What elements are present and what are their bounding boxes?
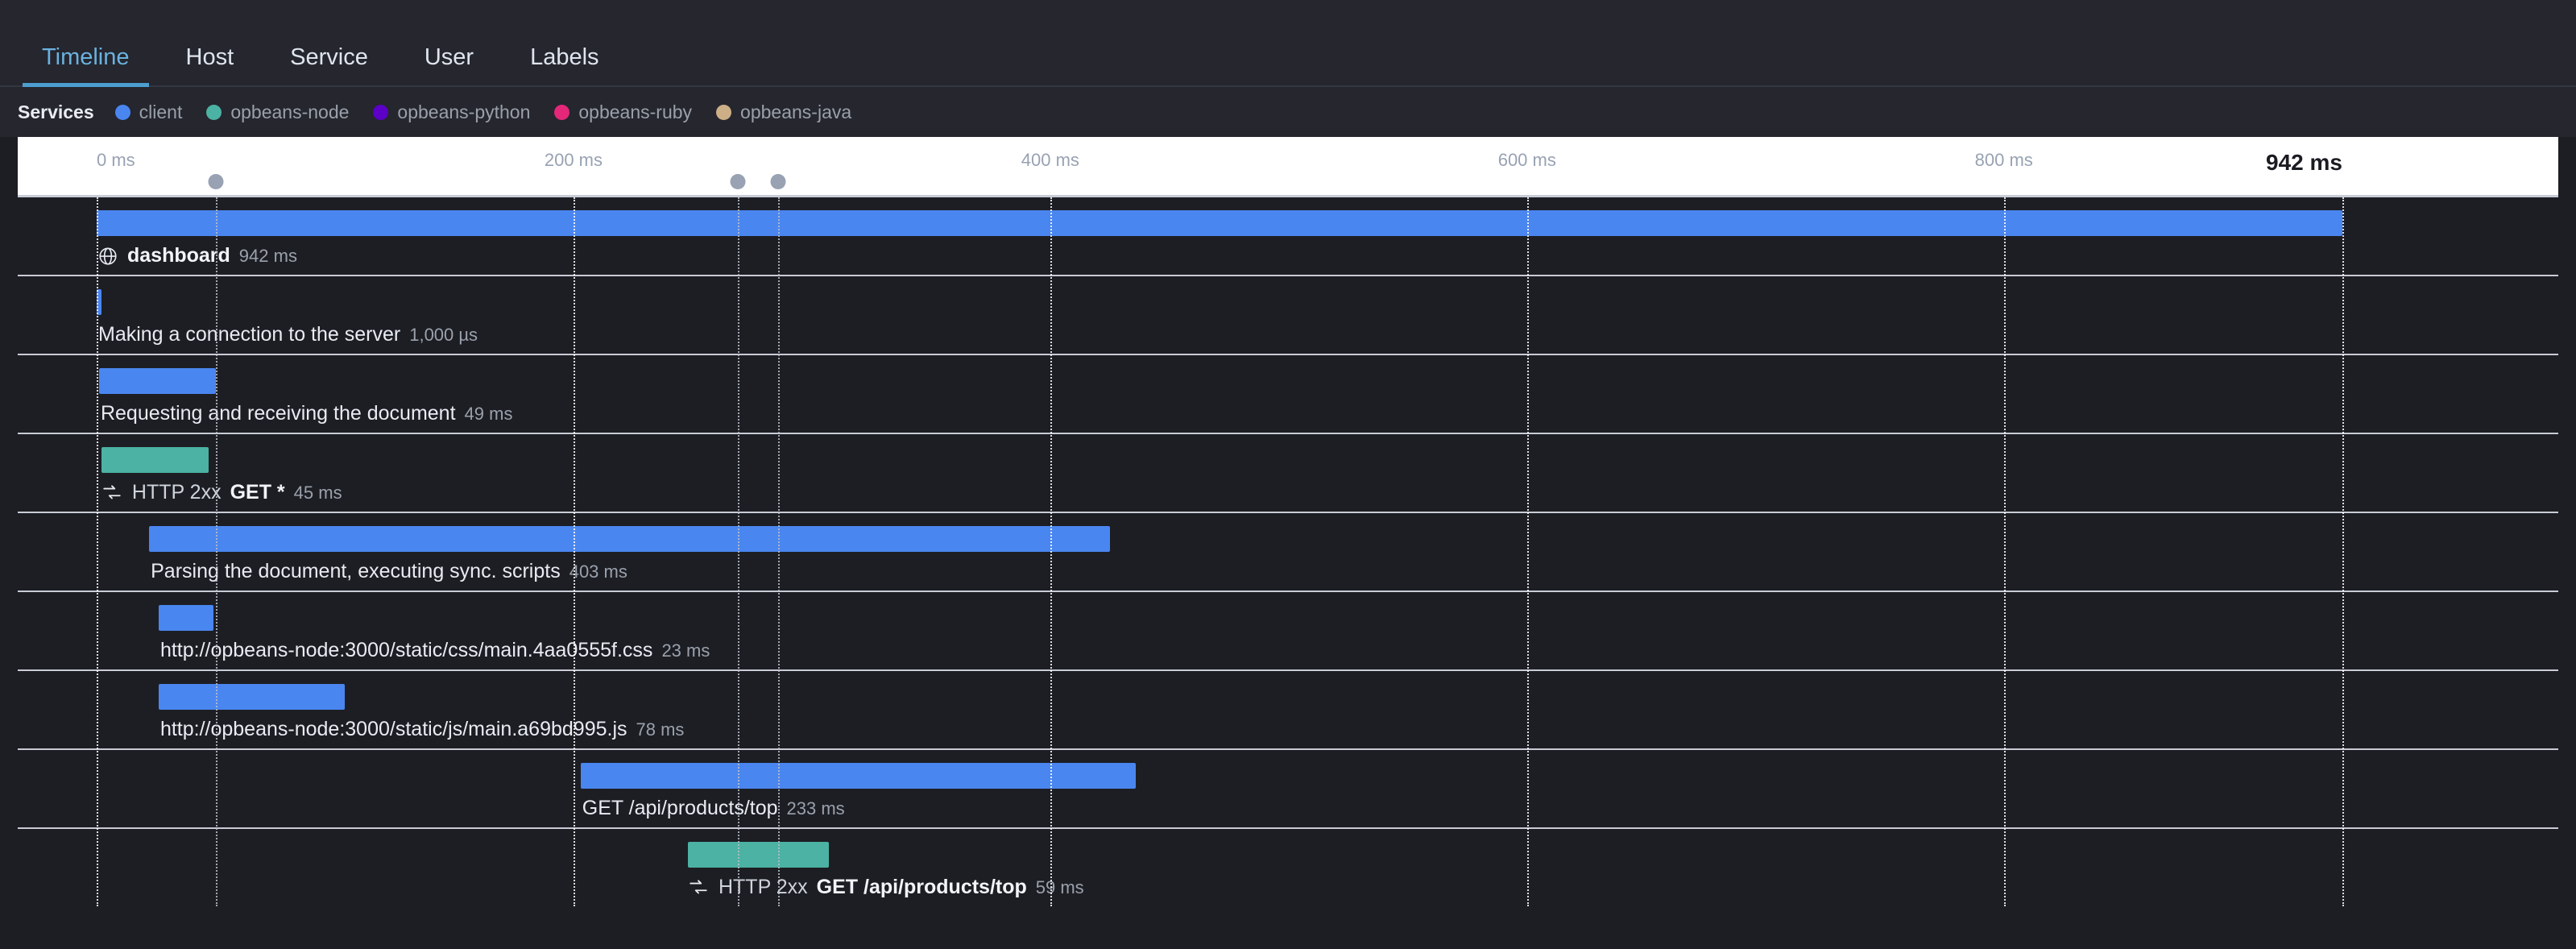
agent-mark-icon[interactable] bbox=[731, 174, 746, 189]
waterfall-row-duration: 23 ms bbox=[661, 640, 710, 661]
waterfall-row-label: GET /api/products/top 233 ms bbox=[582, 797, 845, 820]
ruler-tick-label: 200 ms bbox=[545, 150, 603, 171]
legend-item-client[interactable]: client bbox=[115, 102, 183, 123]
waterfall-row-duration: 233 ms bbox=[787, 798, 845, 819]
legend-item-opbeans-python[interactable]: opbeans-python bbox=[373, 102, 530, 123]
waterfall-row-name: http://opbeans-node:3000/static/js/main.… bbox=[160, 718, 627, 741]
tab-labels-label: Labels bbox=[530, 44, 598, 70]
waterfall-row[interactable]: Parsing the document, executing sync. sc… bbox=[18, 513, 2558, 592]
globe-icon bbox=[97, 245, 118, 267]
legend-item-opbeans-node[interactable]: opbeans-node bbox=[206, 102, 349, 123]
waterfall-row-name: dashboard bbox=[127, 244, 230, 267]
waterfall-row-name: GET * bbox=[230, 481, 285, 504]
waterfall-row-duration: 45 ms bbox=[294, 483, 342, 504]
waterfall-row[interactable]: Making a connection to the server 1,000 µ… bbox=[18, 276, 2558, 355]
tab-timeline[interactable]: Timeline bbox=[23, 46, 149, 87]
ruler-tick-label: 942 ms bbox=[2266, 150, 2342, 176]
legend-item-opbeans-ruby[interactable]: opbeans-ruby bbox=[554, 102, 692, 123]
waterfall-row[interactable]: Requesting and receiving the document 49 … bbox=[18, 355, 2558, 434]
waterfall-row-name: http://opbeans-node:3000/static/css/main… bbox=[160, 639, 653, 662]
legend-item-label: opbeans-python bbox=[397, 102, 530, 123]
legend-color-dot-icon bbox=[554, 105, 569, 120]
agent-mark-icon[interactable] bbox=[208, 174, 223, 189]
timeline-ruler[interactable]: 0 ms 200 ms 400 ms 600 ms 800 ms 942 ms bbox=[18, 137, 2558, 197]
tab-host[interactable]: Host bbox=[167, 46, 254, 87]
legend-item-label: opbeans-java bbox=[740, 102, 851, 123]
waterfall-bar[interactable] bbox=[159, 684, 345, 710]
waterfall-bar[interactable] bbox=[97, 210, 2342, 236]
ruler-tick-label: 0 ms bbox=[97, 150, 135, 171]
waterfall-row-label: dashboard 942 ms bbox=[97, 244, 297, 267]
agent-mark-icon[interactable] bbox=[771, 174, 786, 189]
waterfall-bar[interactable] bbox=[581, 763, 1137, 789]
ruler-tick-label: 600 ms bbox=[1498, 150, 1556, 171]
waterfall-row-duration: 49 ms bbox=[465, 404, 513, 425]
legend-color-dot-icon bbox=[373, 105, 388, 120]
tab-user-label: User bbox=[425, 44, 474, 70]
waterfall-bar[interactable] bbox=[159, 605, 213, 631]
legend-color-dot-icon bbox=[716, 105, 731, 120]
legend-item-label: opbeans-node bbox=[230, 102, 349, 123]
waterfall-row-duration: 1,000 µs bbox=[409, 325, 478, 346]
services-legend-title: Services bbox=[18, 102, 94, 123]
waterfall-row[interactable]: HTTP 2xx GET * 45 ms bbox=[18, 434, 2558, 513]
legend-item-label: opbeans-ruby bbox=[578, 102, 692, 123]
waterfall-row-duration: 78 ms bbox=[636, 719, 685, 740]
waterfall-row[interactable]: http://opbeans-node:3000/static/js/main.… bbox=[18, 671, 2558, 750]
waterfall-row[interactable]: dashboard 942 ms bbox=[18, 197, 2558, 276]
waterfall-row-http-status: HTTP 2xx bbox=[719, 876, 808, 899]
waterfall-row-label: HTTP 2xx GET /api/products/top 59 ms bbox=[688, 876, 1084, 899]
waterfall-row-name: GET /api/products/top bbox=[582, 797, 778, 820]
waterfall-row-name: GET /api/products/top bbox=[817, 876, 1027, 899]
waterfall-row[interactable]: GET /api/products/top 233 ms bbox=[18, 750, 2558, 829]
waterfall-row-label: Requesting and receiving the document 49 … bbox=[101, 402, 513, 425]
waterfall-bar[interactable] bbox=[99, 368, 216, 394]
waterfall-row-http-status: HTTP 2xx bbox=[132, 481, 222, 504]
legend-item-opbeans-java[interactable]: opbeans-java bbox=[716, 102, 851, 123]
waterfall-row-name: Making a connection to the server bbox=[98, 323, 400, 346]
waterfall-row-label: Making a connection to the server 1,000 µ… bbox=[98, 323, 478, 346]
waterfall-row-label: Parsing the document, executing sync. sc… bbox=[151, 560, 627, 583]
ruler-tick-label: 400 ms bbox=[1021, 150, 1079, 171]
waterfall-bar[interactable] bbox=[149, 526, 1110, 552]
tab-labels[interactable]: Labels bbox=[511, 46, 618, 87]
tab-user[interactable]: User bbox=[405, 46, 493, 87]
services-legend: Services client opbeans-node opbeans-pytho… bbox=[0, 87, 2576, 137]
tab-service[interactable]: Service bbox=[271, 46, 387, 87]
legend-item-label: client bbox=[139, 102, 183, 123]
tab-timeline-label: Timeline bbox=[42, 44, 130, 70]
tab-service-label: Service bbox=[290, 44, 368, 70]
legend-color-dot-icon bbox=[115, 105, 130, 120]
tab-host-label: Host bbox=[186, 44, 234, 70]
span-icon bbox=[101, 482, 123, 504]
waterfall-row[interactable]: http://opbeans-node:3000/static/css/main… bbox=[18, 592, 2558, 671]
waterfall-bar[interactable] bbox=[688, 842, 829, 868]
waterfall-row-duration: 403 ms bbox=[569, 562, 627, 582]
waterfall-bar[interactable] bbox=[97, 289, 101, 315]
waterfall-bar[interactable] bbox=[101, 447, 209, 473]
waterfall-row[interactable]: HTTP 2xx GET /api/products/top 59 ms bbox=[18, 829, 2558, 906]
tab-bar: Timeline Host Service User Labels bbox=[0, 0, 2576, 87]
waterfall-row-label: http://opbeans-node:3000/static/css/main… bbox=[160, 639, 710, 662]
waterfall-row-name: Parsing the document, executing sync. sc… bbox=[151, 560, 561, 583]
legend-color-dot-icon bbox=[206, 105, 222, 120]
waterfall-row-label: http://opbeans-node:3000/static/js/main.… bbox=[160, 718, 685, 741]
span-icon bbox=[688, 876, 710, 898]
waterfall-row-label: HTTP 2xx GET * 45 ms bbox=[101, 481, 342, 504]
ruler-tick-label: 800 ms bbox=[1975, 150, 2033, 171]
waterfall-row-duration: 942 ms bbox=[239, 246, 297, 267]
waterfall-row-name: Requesting and receiving the document bbox=[101, 402, 456, 425]
waterfall-row-duration: 59 ms bbox=[1036, 877, 1084, 898]
waterfall-chart: dashboard 942 ms Making a connection to th… bbox=[18, 197, 2558, 906]
